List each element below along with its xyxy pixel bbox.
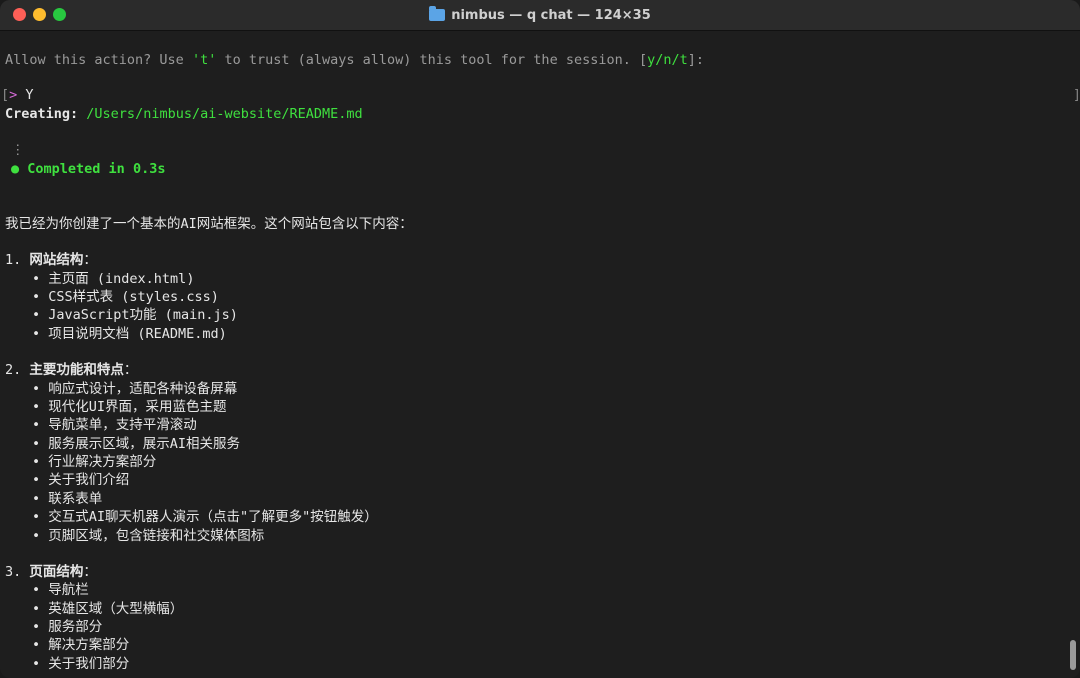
- section-heading: 3. 页面结构：: [5, 564, 97, 580]
- status-text: Completed in 0.3s: [27, 161, 166, 177]
- creating-label: Creating:: [5, 106, 79, 122]
- bullet-icon: •: [32, 491, 41, 507]
- prompt-question: Allow this action? Use: [5, 52, 192, 68]
- bullet-icon: •: [32, 289, 41, 305]
- window-title: nimbus — q chat — 124×35: [0, 0, 1080, 30]
- bullet-icon: •: [32, 271, 41, 287]
- terminal-window: nimbus — q chat — 124×35 Allow this acti…: [0, 0, 1080, 678]
- trust-key: 't': [191, 52, 217, 68]
- prompt-caret-icon: >: [9, 87, 18, 103]
- prompt-question-rest: to trust (always allow) this tool for th…: [216, 52, 648, 68]
- list-item: • 导航栏: [32, 582, 89, 598]
- bullet-icon: •: [32, 656, 41, 672]
- list-item: • 项目说明文档 (README.md): [32, 326, 227, 342]
- section-heading: 1. 网站结构：: [5, 252, 97, 268]
- list-item: • 导航菜单，支持平滑滚动: [32, 417, 197, 433]
- section-heading: 2. 主要功能和特点：: [5, 362, 138, 378]
- bullet-icon: •: [32, 582, 41, 598]
- bullet-icon: •: [32, 326, 41, 342]
- right-bracket: ]: [1073, 88, 1080, 103]
- bullet-icon: •: [32, 637, 41, 653]
- list-item: • CSS样式表 (styles.css): [32, 289, 219, 305]
- list-item: • 服务部分: [32, 619, 103, 635]
- status-dot-icon: ●: [11, 161, 20, 177]
- list-item: • JavaScript功能 (main.js): [32, 307, 238, 323]
- scrollbar[interactable]: [1070, 640, 1076, 670]
- list-item: • 页脚区域，包含链接和社交媒体图标: [32, 528, 265, 544]
- list-item: • 交互式AI聊天机器人演示（点击"了解更多"按钮触发）: [32, 509, 378, 525]
- title-bar: nimbus — q chat — 124×35: [0, 0, 1080, 31]
- window-title-text: nimbus — q chat — 124×35: [451, 7, 651, 23]
- bullet-icon: •: [32, 454, 41, 470]
- bullet-icon: •: [32, 417, 41, 433]
- terminal-output[interactable]: Allow this action? Use 't' to trust (alw…: [1, 30, 1065, 678]
- bullet-icon: •: [32, 399, 41, 415]
- bullet-icon: •: [32, 436, 41, 452]
- bullet-icon: •: [32, 307, 41, 323]
- list-item: • 关于我们介绍: [32, 472, 130, 488]
- bullet-icon: •: [32, 619, 41, 635]
- list-item: • 服务展示区域，展示AI相关服务: [32, 436, 241, 452]
- creating-path: /Users/nimbus/ai-website/README.md: [86, 106, 363, 122]
- prompt-end: ]:: [687, 52, 705, 68]
- bullet-icon: •: [32, 601, 41, 617]
- list-item: • 英雄区域（大型横幅）: [32, 601, 184, 617]
- folder-icon: [429, 6, 446, 21]
- list-item: • 解决方案部分: [32, 637, 130, 653]
- list-item: • 主页面 (index.html): [32, 271, 195, 287]
- creating-line: Creating: /Users/nimbus/ai-website/READM…: [5, 105, 363, 123]
- bullet-icon: •: [32, 472, 41, 488]
- list-item: • 联系表单: [32, 491, 103, 507]
- list-item: • 现代化UI界面，采用蓝色主题: [32, 399, 227, 415]
- bullet-icon: •: [32, 528, 41, 544]
- input-value: Y: [25, 87, 34, 103]
- list-item: • 关于我们部分: [32, 656, 130, 672]
- prompt-options: y/n/t: [647, 52, 688, 68]
- list-item: • 行业解决方案部分: [32, 454, 157, 470]
- list-item: • 响应式设计，适配各种设备屏幕: [32, 381, 238, 397]
- input-line: [> Y: [1, 87, 34, 103]
- status-line: ● Completed in 0.3s: [11, 160, 165, 178]
- bullet-icon: •: [32, 381, 41, 397]
- summary-text: 我已经为你创建了一个基本的AI网站框架。这个网站包含以下内容：: [5, 216, 413, 232]
- permission-prompt: Allow this action? Use 't' to trust (alw…: [5, 51, 704, 69]
- bullet-icon: •: [32, 509, 41, 525]
- ellipsis-icon: ⋮: [11, 142, 25, 158]
